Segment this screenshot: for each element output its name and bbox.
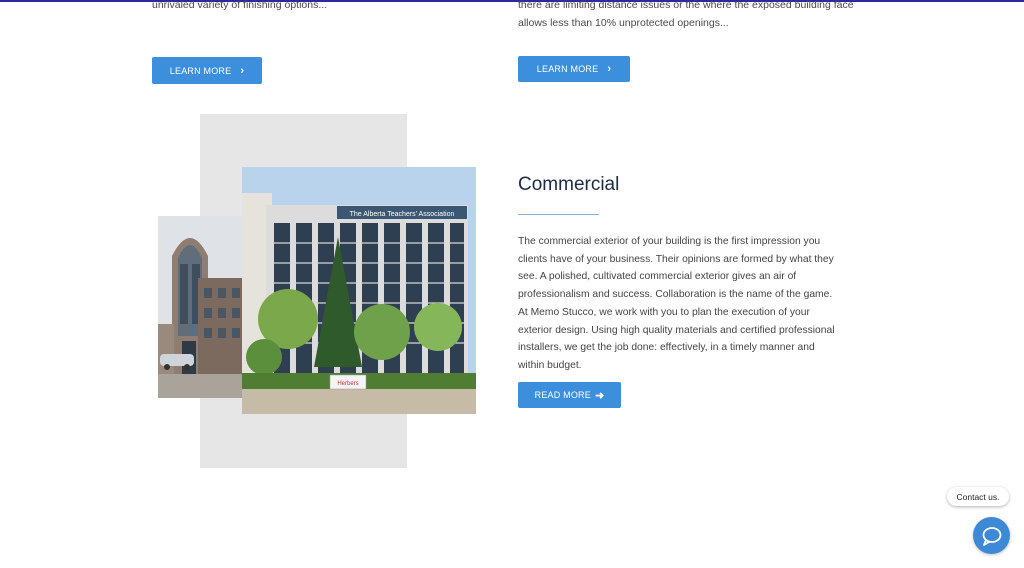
left-card-excerpt: unrivaled variety of finishing options..… bbox=[152, 0, 328, 11]
section-description: The commercial exterior of your building… bbox=[518, 236, 835, 371]
arrow-right-icon: ➜ bbox=[594, 389, 605, 402]
section-title: Commercial bbox=[518, 174, 620, 195]
chat-bubble-icon bbox=[982, 526, 1001, 546]
right-card-excerpt: there are limiting distance issues or th… bbox=[518, 0, 854, 29]
read-more-button[interactable]: READ MORE ➜ bbox=[518, 382, 621, 408]
chevron-right-icon: › bbox=[607, 63, 612, 75]
office-building-photo: The Alberta Teachers' Association Herber… bbox=[242, 167, 476, 414]
chat-launcher-button[interactable] bbox=[973, 517, 1010, 554]
brick-building-photo bbox=[158, 216, 253, 398]
learn-more-label: LEARN MORE bbox=[169, 65, 232, 76]
contact-us-label: Contact us. bbox=[956, 491, 1000, 502]
chevron-right-icon: › bbox=[240, 64, 245, 77]
building-sign-text: The Alberta Teachers' Association bbox=[350, 211, 455, 218]
learn-more-button-right[interactable]: LEARN MORE › bbox=[518, 56, 630, 82]
contact-us-bubble[interactable]: Contact us. bbox=[947, 487, 1009, 506]
learn-more-label: LEARN MORE bbox=[536, 64, 599, 74]
title-divider bbox=[518, 214, 599, 215]
learn-more-button-left[interactable]: LEARN MORE › bbox=[152, 57, 262, 84]
ground-sign-text: Herbers bbox=[337, 381, 358, 387]
read-more-label: READ MORE bbox=[534, 390, 591, 400]
